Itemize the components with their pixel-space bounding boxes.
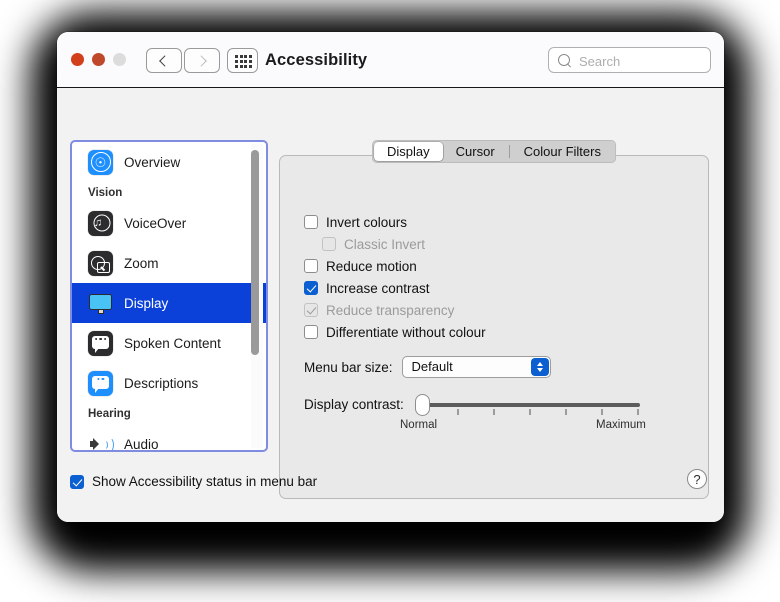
display-contrast-slider[interactable] — [421, 403, 640, 407]
tab-content-box: Invert colours Classic Invert Reduce mot… — [279, 155, 709, 499]
checkbox-row-reduce-motion[interactable]: Reduce motion — [304, 255, 486, 277]
display-icon — [88, 291, 113, 316]
forward-button[interactable] — [184, 48, 220, 73]
checkbox-label: Invert colours — [326, 215, 407, 230]
window-toolbar: Accessibility — [57, 32, 724, 88]
sidebar: ☉ Overview Vision ♫ VoiceOver — [70, 140, 268, 452]
audio-icon — [88, 432, 113, 451]
page-title: Accessibility — [265, 48, 367, 73]
checkbox-classic-invert[interactable] — [322, 237, 336, 251]
help-button[interactable]: ? — [687, 469, 707, 489]
sidebar-item-descriptions[interactable]: Descriptions — [72, 363, 266, 403]
checkbox-reduce-transparency[interactable] — [304, 303, 318, 317]
chevron-left-icon — [159, 55, 170, 66]
sidebar-item-spoken-content[interactable]: Spoken Content — [72, 323, 266, 363]
sidebar-item-audio[interactable]: Audio — [72, 424, 266, 450]
sidebar-item-voiceover[interactable]: ♫ VoiceOver — [72, 203, 266, 243]
back-button[interactable] — [146, 48, 182, 73]
sidebar-item-label: Overview — [124, 155, 180, 170]
slider-max-label: Maximum — [596, 419, 646, 431]
traffic-light-group — [71, 53, 126, 66]
checkbox-group: Invert colours Classic Invert Reduce mot… — [304, 211, 486, 343]
sidebar-item-label: Zoom — [124, 256, 159, 271]
checkbox-label: Reduce transparency — [326, 303, 454, 318]
menu-bar-size-select[interactable]: Default — [402, 356, 551, 378]
chevron-updown-icon — [531, 358, 549, 376]
grid-icon — [235, 55, 252, 68]
checkbox-increase-contrast[interactable] — [304, 281, 318, 295]
show-status-row[interactable]: Show Accessibility status in menu bar — [70, 474, 317, 489]
descriptions-icon — [88, 371, 113, 396]
search-field[interactable] — [548, 47, 711, 73]
tab-colour-filters[interactable]: Colour Filters — [511, 142, 614, 161]
sidebar-group-vision: Vision — [72, 182, 266, 203]
checkbox-label: Classic Invert — [344, 237, 425, 252]
checkbox-show-accessibility-status[interactable] — [70, 475, 84, 489]
checkbox-differentiate-without-colour[interactable] — [304, 325, 318, 339]
tab-cursor[interactable]: Cursor — [443, 142, 508, 161]
tab-bar[interactable]: Display Cursor Colour Filters — [372, 140, 616, 163]
chevron-right-icon — [196, 55, 207, 66]
show-status-label: Show Accessibility status in menu bar — [92, 474, 317, 489]
voiceover-icon: ♫ — [88, 211, 113, 236]
zoom-icon — [88, 251, 113, 276]
spoken-content-icon — [88, 331, 113, 356]
sidebar-item-overview[interactable]: ☉ Overview — [72, 142, 266, 182]
menu-bar-size-row: Menu bar size: Default — [304, 356, 551, 378]
checkbox-row-reduce-transparency[interactable]: Reduce transparency — [304, 299, 486, 321]
sidebar-item-display[interactable]: Display — [72, 283, 266, 323]
accessibility-icon: ☉ — [88, 150, 113, 175]
system-preferences-window: Accessibility ☉ Overview Vision — [57, 32, 724, 522]
checkbox-label: Increase contrast — [326, 281, 430, 296]
menu-bar-size-label: Menu bar size: — [304, 360, 393, 375]
sidebar-item-label: Spoken Content — [124, 336, 221, 351]
checkbox-row-classic-invert[interactable]: Classic Invert — [322, 233, 486, 255]
minimize-button[interactable] — [92, 53, 105, 66]
checkbox-row-differentiate-without-colour[interactable]: Differentiate without colour — [304, 321, 486, 343]
sidebar-item-zoom[interactable]: Zoom — [72, 243, 266, 283]
display-contrast-slider-knob[interactable] — [415, 394, 430, 416]
sidebar-scrollbar-thumb[interactable] — [251, 150, 259, 355]
checkbox-label: Differentiate without colour — [326, 325, 486, 340]
slider-min-label: Normal — [400, 419, 437, 431]
search-input[interactable] — [577, 48, 704, 74]
checkbox-reduce-motion[interactable] — [304, 259, 318, 273]
display-settings-panel: Invert colours Classic Invert Reduce mot… — [279, 140, 709, 522]
menu-bar-size-value: Default — [412, 357, 453, 377]
window-body: ☉ Overview Vision ♫ VoiceOver — [57, 88, 724, 522]
search-icon — [558, 54, 570, 66]
sidebar-group-hearing: Hearing — [72, 403, 266, 424]
sidebar-item-label: Audio — [124, 437, 159, 451]
close-button[interactable] — [71, 53, 84, 66]
sidebar-list[interactable]: ☉ Overview Vision ♫ VoiceOver — [72, 142, 266, 450]
show-all-button[interactable] — [227, 48, 258, 73]
sidebar-scrollbar-track[interactable] — [251, 144, 263, 448]
tab-display[interactable]: Display — [374, 142, 443, 161]
tab-separator — [509, 145, 510, 158]
checkbox-row-increase-contrast[interactable]: Increase contrast — [304, 277, 486, 299]
checkbox-label: Reduce motion — [326, 259, 417, 274]
sidebar-item-label: VoiceOver — [124, 216, 186, 231]
zoom-button[interactable] — [113, 53, 126, 66]
sidebar-item-label: Descriptions — [124, 376, 198, 391]
checkbox-invert-colours[interactable] — [304, 215, 318, 229]
checkbox-row-invert-colours[interactable]: Invert colours — [304, 211, 486, 233]
display-contrast-label: Display contrast: — [304, 397, 404, 412]
sidebar-item-label: Display — [124, 296, 168, 311]
